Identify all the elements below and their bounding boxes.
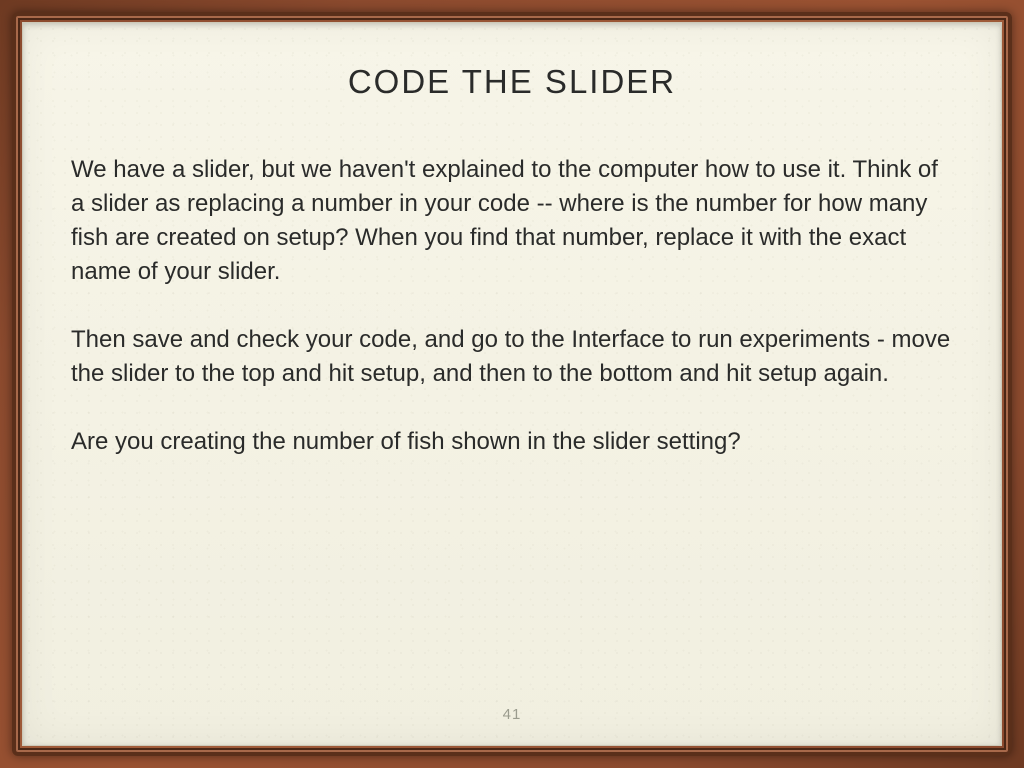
slide-title: CODE THE SLIDER (71, 63, 953, 101)
page-number: 41 (23, 706, 1001, 723)
slide-frame: CODE THE SLIDER We have a slider, but we… (12, 12, 1012, 756)
slide-body: We have a slider, but we haven't explain… (71, 153, 953, 460)
slide-paper: CODE THE SLIDER We have a slider, but we… (22, 22, 1002, 746)
paragraph: Are you creating the number of fish show… (71, 425, 953, 459)
paragraph: Then save and check your code, and go to… (71, 323, 953, 391)
paragraph: We have a slider, but we haven't explain… (71, 153, 953, 289)
